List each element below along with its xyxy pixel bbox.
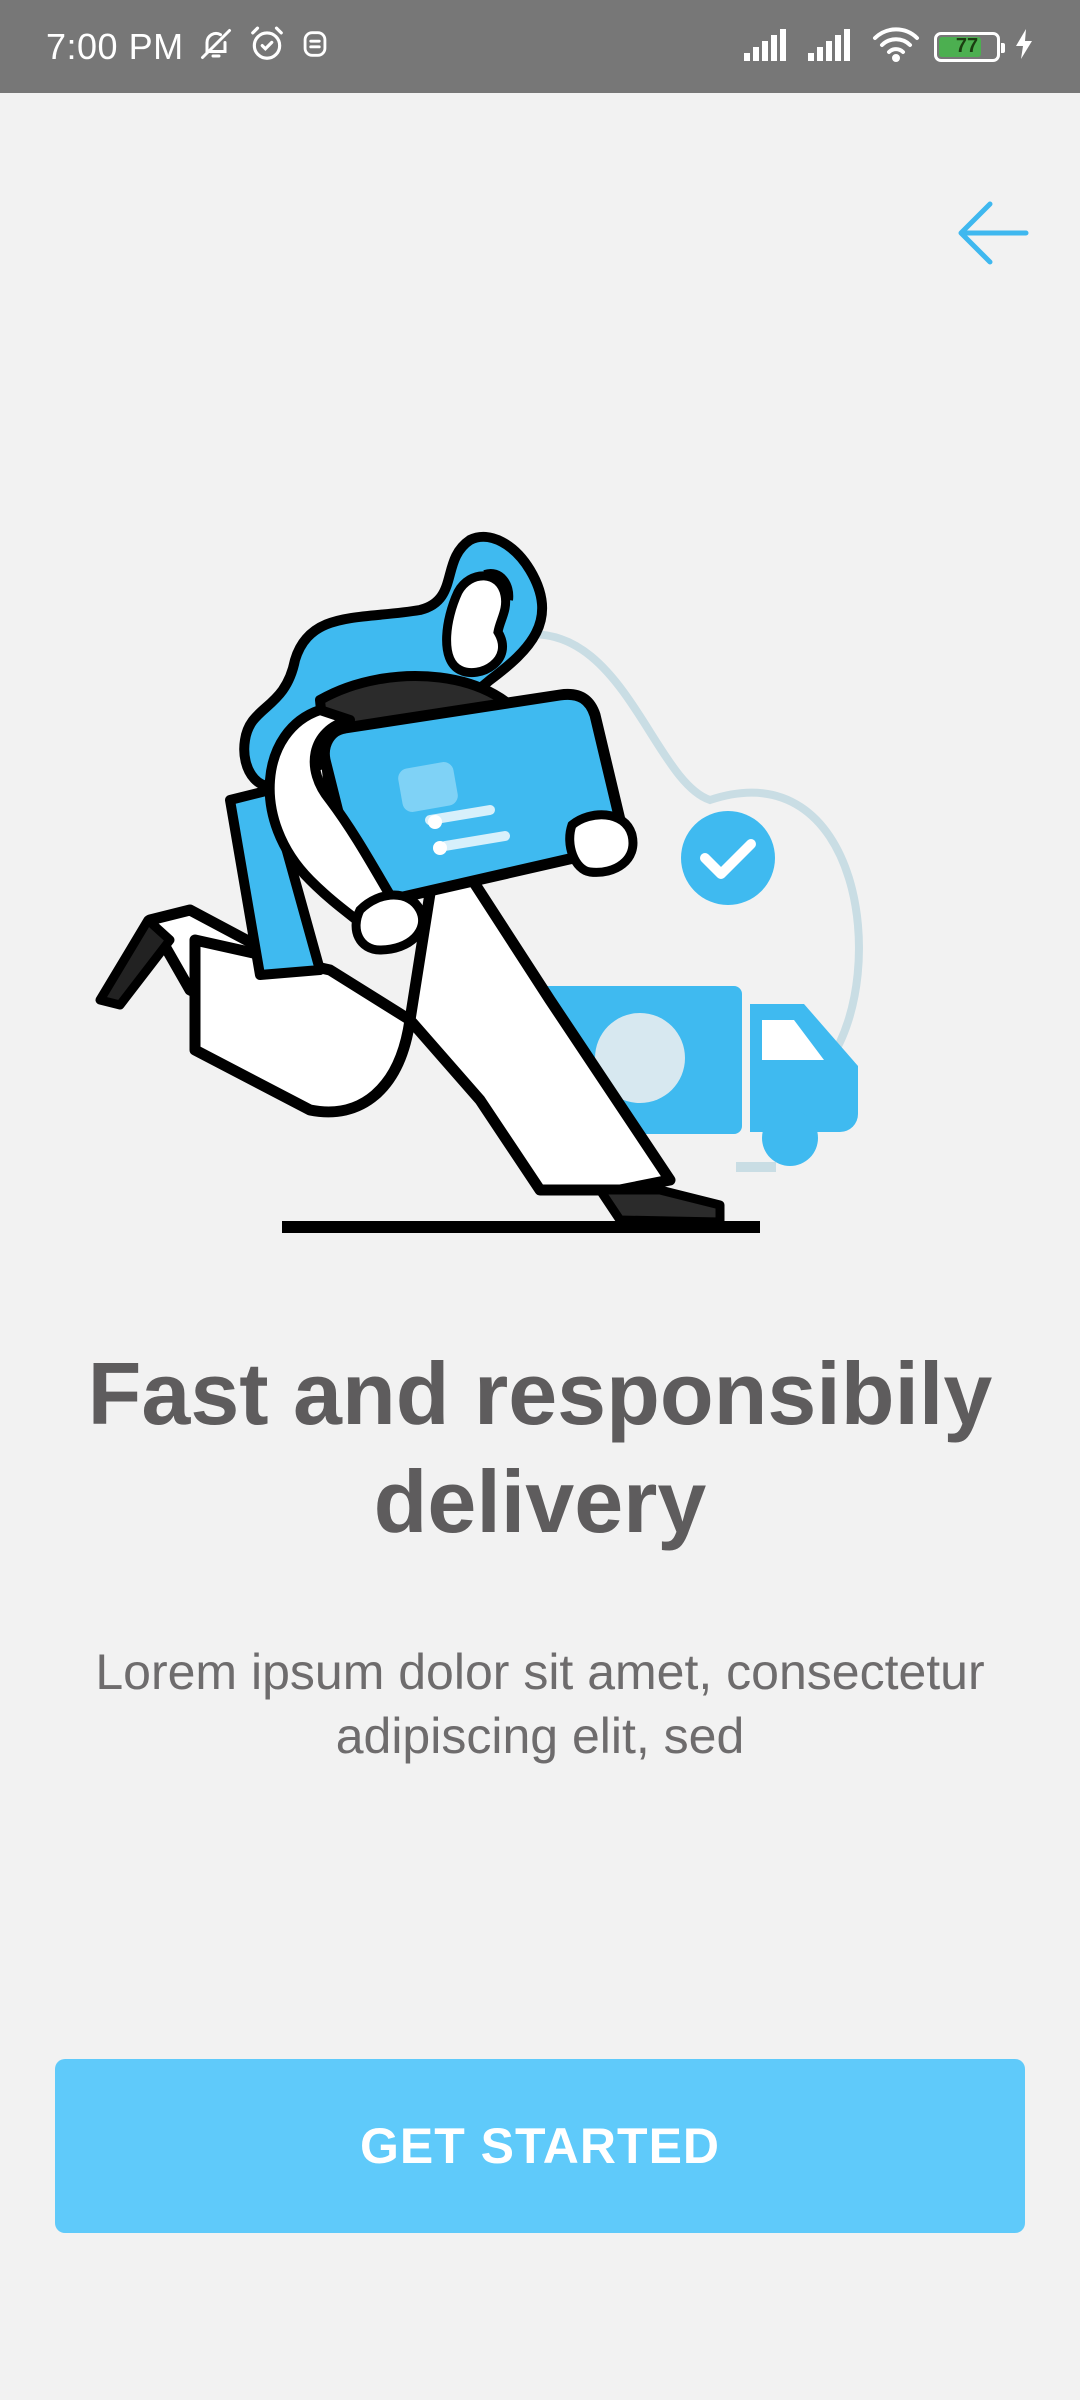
wifi-icon (872, 26, 920, 67)
bell-off-icon (198, 26, 234, 67)
signal-icon (744, 27, 794, 66)
battery-level: 77 (955, 35, 979, 57)
signal-icon (808, 27, 858, 66)
charging-icon (1014, 29, 1034, 64)
arrow-left-icon (956, 198, 1032, 273)
back-button[interactable] (944, 190, 1044, 280)
delivery-person-carrying-box-illustration (60, 500, 880, 1260)
get-started-button[interactable]: GET STARTED (55, 2059, 1025, 2233)
check-circle-icon (681, 811, 775, 905)
alarm-icon (248, 25, 286, 68)
status-time: 7:00 PM (46, 25, 184, 67)
notification-icon (300, 27, 330, 66)
status-bar: 7:00 PM 77 (0, 0, 1080, 93)
page-subtitle: Lorem ipsum dolor sit amet, consectetur … (95, 1644, 985, 1764)
status-right: 77 (744, 26, 1034, 67)
page-title: Fast and responsibily delivery (87, 1344, 993, 1551)
person-figure (95, 531, 725, 1227)
battery-icon: 77 (934, 31, 1005, 62)
status-left: 7:00 PM (46, 25, 330, 68)
